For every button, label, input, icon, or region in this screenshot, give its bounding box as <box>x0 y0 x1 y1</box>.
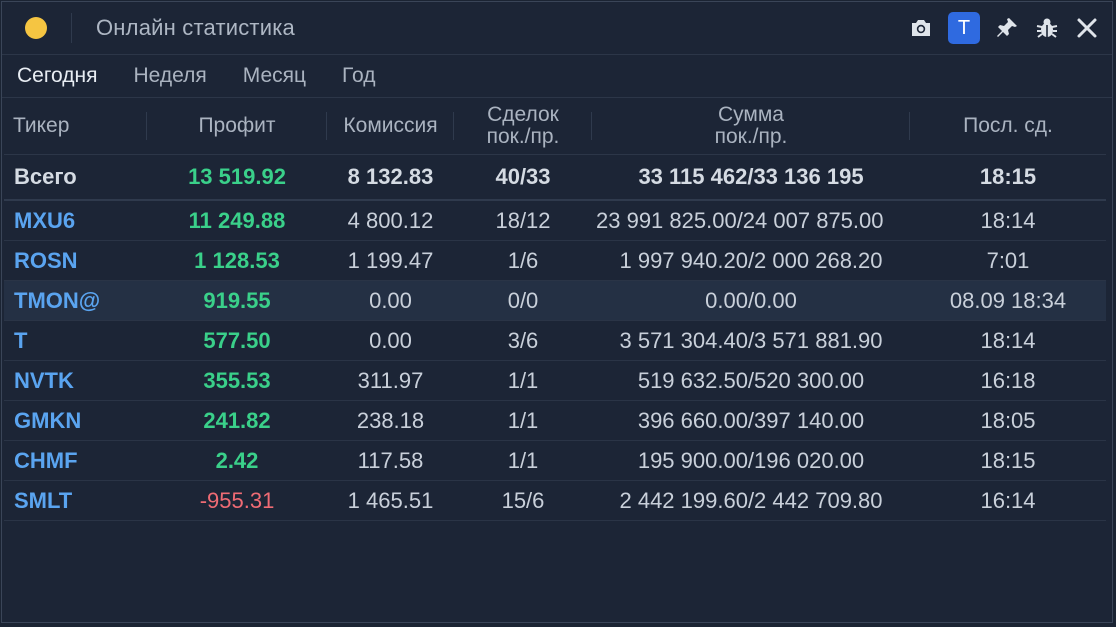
row-profit: 11 249.88 <box>147 200 327 241</box>
window-dot-button[interactable] <box>25 17 47 39</box>
col-deals[interactable]: Сделок пок./пр. <box>454 98 592 155</box>
row-last: 16:18 <box>910 360 1106 401</box>
title-bar: Онлайн статистика T <box>2 2 1112 55</box>
row-deals: 18/12 <box>454 200 592 241</box>
row-commission: 1 465.51 <box>327 480 454 521</box>
row-last: 18:15 <box>910 440 1106 481</box>
row-sum: 195 900.00/196 020.00 <box>592 440 910 481</box>
title-divider <box>71 13 72 43</box>
period-tabs: Сегодня Неделя Месяц Год <box>2 55 1112 98</box>
row-last: 18:05 <box>910 400 1106 441</box>
row-deals: 1/1 <box>454 400 592 441</box>
row-commission: 0.00 <box>327 320 454 361</box>
tab-3[interactable]: Год <box>342 64 375 88</box>
total-sum: 33 115 462/33 136 195 <box>592 154 910 201</box>
row-ticker: CHMF <box>4 440 147 481</box>
total-ticker: Всего <box>4 154 147 201</box>
col-last-label: Посл. сд. <box>963 114 1053 137</box>
tab-1[interactable]: Неделя <box>133 64 206 88</box>
t-badge-button[interactable]: T <box>948 12 980 44</box>
col-commission-label: Комиссия <box>343 114 438 137</box>
camera-icon[interactable] <box>908 15 934 41</box>
title-actions: T <box>908 12 1100 44</box>
row-sum: 396 660.00/397 140.00 <box>592 400 910 441</box>
window-title: Онлайн статистика <box>96 15 295 40</box>
bug-icon[interactable] <box>1034 15 1060 41</box>
row-deals: 1/6 <box>454 240 592 281</box>
table-row[interactable]: T 577.50 0.00 3/6 3 571 304.40/3 571 881.90 1… <box>4 320 1106 361</box>
col-ticker-label: Тикер <box>13 114 70 137</box>
table-row[interactable]: TMON@ 919.55 0.00 0/0 0.00/0.00 08.09 18:34 <box>4 280 1106 321</box>
col-profit[interactable]: Профит <box>147 98 327 155</box>
row-last: 08.09 18:34 <box>910 280 1106 321</box>
tab-2[interactable]: Месяц <box>243 64 306 88</box>
row-deals: 3/6 <box>454 320 592 361</box>
col-last[interactable]: Посл. сд. <box>910 98 1106 155</box>
table-row[interactable]: MXU6 11 249.88 4 800.12 18/12 23 991 825.00/… <box>4 200 1106 241</box>
table-row[interactable]: SMLT -955.31 1 465.51 15/6 2 442 199.60/2 44… <box>4 480 1106 521</box>
row-ticker: MXU6 <box>4 200 147 241</box>
row-sum: 2 442 199.60/2 442 709.80 <box>592 480 910 521</box>
row-deals: 0/0 <box>454 280 592 321</box>
row-deals: 1/1 <box>454 360 592 401</box>
row-profit: -955.31 <box>147 480 327 521</box>
row-sum: 0.00/0.00 <box>592 280 910 321</box>
row-ticker: NVTK <box>4 360 147 401</box>
row-last: 18:14 <box>910 200 1106 241</box>
table-row[interactable]: GMKN 241.82 238.18 1/1 396 660.00/397 140.00… <box>4 400 1106 441</box>
total-last: 18:15 <box>910 154 1106 201</box>
total-deals: 40/33 <box>454 154 592 201</box>
col-ticker[interactable]: Тикер <box>4 98 147 155</box>
row-profit: 241.82 <box>147 400 327 441</box>
row-commission: 0.00 <box>327 280 454 321</box>
row-ticker: GMKN <box>4 400 147 441</box>
col-profit-label: Профит <box>198 114 276 137</box>
table-row[interactable]: ROSN 1 128.53 1 199.47 1/6 1 997 940.20/2 00… <box>4 240 1106 281</box>
table-row[interactable]: CHMF 2.42 117.58 1/1 195 900.00/196 020.00 18… <box>4 440 1106 481</box>
col-deals-label-1: Сделок <box>487 103 559 126</box>
pin-icon[interactable] <box>994 15 1020 41</box>
row-ticker: ROSN <box>4 240 147 281</box>
col-deals-label-2: пок./пр. <box>486 125 560 148</box>
total-profit: 13 519.92 <box>147 154 327 201</box>
row-profit: 2.42 <box>147 440 327 481</box>
total-commission: 8 132.83 <box>327 154 454 201</box>
table-row[interactable]: NVTK 355.53 311.97 1/1 519 632.50/520 300.00… <box>4 360 1106 401</box>
col-sum[interactable]: Сумма пок./пр. <box>592 98 910 155</box>
row-commission: 311.97 <box>327 360 454 401</box>
tab-0[interactable]: Сегодня <box>17 64 97 88</box>
row-deals: 15/6 <box>454 480 592 521</box>
table-header: Тикер Профит Комиссия Сделок пок./пр. Сум… <box>4 98 1106 155</box>
row-profit: 577.50 <box>147 320 327 361</box>
row-profit: 355.53 <box>147 360 327 401</box>
close-icon[interactable] <box>1074 15 1100 41</box>
row-profit: 1 128.53 <box>147 240 327 281</box>
row-last: 16:14 <box>910 480 1106 521</box>
row-commission: 117.58 <box>327 440 454 481</box>
row-deals: 1/1 <box>454 440 592 481</box>
row-sum: 1 997 940.20/2 000 268.20 <box>592 240 910 281</box>
row-profit: 919.55 <box>147 280 327 321</box>
row-ticker: SMLT <box>4 480 147 521</box>
row-last: 7:01 <box>910 240 1106 281</box>
stats-table: Тикер Профит Комиссия Сделок пок./пр. Сум… <box>4 98 1106 521</box>
row-sum: 23 991 825.00/24 007 875.00 <box>592 200 910 241</box>
col-sum-label-1: Сумма <box>718 103 784 126</box>
row-sum: 519 632.50/520 300.00 <box>592 360 910 401</box>
total-row: Всего 13 519.92 8 132.83 40/33 33 115 46… <box>4 154 1106 201</box>
row-last: 18:14 <box>910 320 1106 361</box>
row-commission: 1 199.47 <box>327 240 454 281</box>
row-commission: 4 800.12 <box>327 200 454 241</box>
row-ticker: TMON@ <box>4 280 147 321</box>
row-ticker: T <box>4 320 147 361</box>
col-sum-label-2: пок./пр. <box>714 125 788 148</box>
stats-window: Онлайн статистика T Сегодня Неделя Месяц… <box>1 1 1113 623</box>
col-commission[interactable]: Комиссия <box>327 98 454 155</box>
row-commission: 238.18 <box>327 400 454 441</box>
row-sum: 3 571 304.40/3 571 881.90 <box>592 320 910 361</box>
